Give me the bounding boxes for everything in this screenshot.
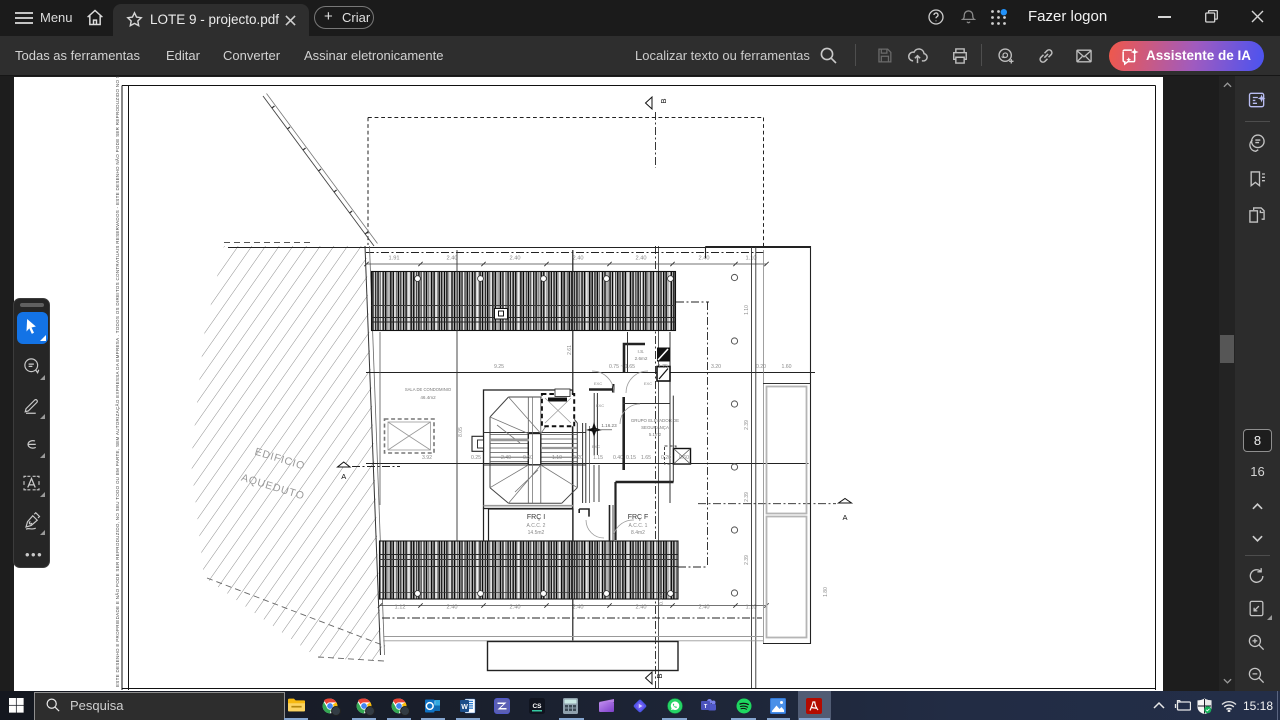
- svg-text:2.61: 2.61: [567, 345, 573, 355]
- svg-text:2.40: 2.40: [572, 605, 583, 611]
- svg-text:1.80: 1.80: [823, 587, 829, 597]
- svg-text:ESTE DESENHO E PROPRIEDADE E N: ESTE DESENHO E PROPRIEDADE E NÃO PODE SE…: [114, 76, 120, 687]
- svg-text:1.91: 1.91: [388, 256, 399, 262]
- svg-text:W: W: [461, 704, 468, 711]
- svg-text:1.25: 1.25: [658, 364, 668, 370]
- svg-text:2.39: 2.39: [744, 420, 750, 430]
- svg-text:2.40: 2.40: [446, 605, 457, 611]
- svg-text:8.4m2: 8.4m2: [631, 530, 645, 536]
- svg-text:0.20: 0.20: [661, 455, 671, 461]
- svg-text:2.39: 2.39: [744, 492, 750, 502]
- svg-text:2.40: 2.40: [698, 256, 709, 262]
- svg-text:A: A: [341, 472, 346, 481]
- svg-text:3.92: 3.92: [422, 455, 432, 461]
- svg-text:EXC: EXC: [596, 403, 604, 408]
- svg-text:FRÇ F: FRÇ F: [628, 514, 649, 521]
- svg-text:2.40: 2.40: [635, 605, 646, 611]
- svg-text:1.10: 1.10: [745, 256, 756, 262]
- svg-text:14.5m2: 14.5m2: [528, 530, 545, 536]
- svg-text:2.40: 2.40: [635, 256, 646, 262]
- svg-text:0.25: 0.25: [471, 455, 481, 461]
- svg-text:EXC: EXC: [644, 381, 652, 386]
- svg-text:3.20: 3.20: [711, 364, 721, 370]
- svg-text:B: B: [655, 673, 664, 678]
- svg-text:0.70: 0.70: [659, 595, 665, 605]
- svg-text:A: A: [842, 513, 847, 522]
- svg-text:A.C.C. 1: A.C.C. 1: [629, 523, 648, 529]
- svg-text:2.40: 2.40: [509, 605, 520, 611]
- svg-text:1.65: 1.65: [641, 455, 651, 461]
- svg-text:0.40: 0.40: [613, 455, 623, 461]
- svg-text:EXC: EXC: [594, 381, 602, 386]
- svg-text:5.1m2: 5.1m2: [649, 432, 662, 437]
- svg-text:2.40: 2.40: [698, 605, 709, 611]
- svg-text:1.60: 1.60: [781, 364, 791, 370]
- svg-text:1.16.23: 1.16.23: [601, 423, 617, 428]
- svg-text:0.50: 0.50: [523, 455, 533, 461]
- svg-text:9.25: 9.25: [494, 364, 504, 370]
- svg-text:0.20: 0.20: [756, 364, 766, 370]
- svg-text:1.12: 1.12: [394, 605, 405, 611]
- svg-text:0.15: 0.15: [626, 455, 636, 461]
- svg-text:46.4m2: 46.4m2: [420, 395, 436, 400]
- svg-text:SALA DE CONDOMINIO: SALA DE CONDOMINIO: [405, 387, 452, 392]
- svg-text:0.20: 0.20: [573, 455, 583, 461]
- svg-text:EXC: EXC: [592, 444, 600, 449]
- svg-text:I.S.: I.S.: [638, 349, 645, 354]
- svg-text:2.40: 2.40: [509, 256, 520, 262]
- svg-text:8.05: 8.05: [458, 427, 464, 437]
- svg-text:1.10: 1.10: [745, 605, 756, 611]
- svg-text:1.10: 1.10: [552, 455, 562, 461]
- svg-text:1.10: 1.10: [744, 305, 750, 315]
- svg-text:FRÇ I: FRÇ I: [527, 514, 545, 521]
- svg-text:GRUPO ELEVADOR DE: GRUPO ELEVADOR DE: [631, 418, 679, 423]
- svg-text:1.15: 1.15: [593, 455, 603, 461]
- svg-text:2.40: 2.40: [446, 256, 457, 262]
- svg-text:2.40: 2.40: [501, 455, 511, 461]
- svg-text:0.75 ~ 1.65: 0.75 ~ 1.65: [609, 364, 635, 370]
- svg-text:2.39: 2.39: [744, 555, 750, 565]
- svg-text:SEGURANÇA: SEGURANÇA: [641, 425, 669, 430]
- svg-text:2.6m2: 2.6m2: [635, 356, 648, 361]
- svg-text:0.60: 0.60: [679, 455, 689, 461]
- svg-text:A.C.C. 2: A.C.C. 2: [527, 523, 546, 529]
- svg-text:CS: CS: [532, 703, 542, 710]
- svg-text:2.40: 2.40: [572, 256, 583, 262]
- svg-text:B: B: [659, 98, 668, 103]
